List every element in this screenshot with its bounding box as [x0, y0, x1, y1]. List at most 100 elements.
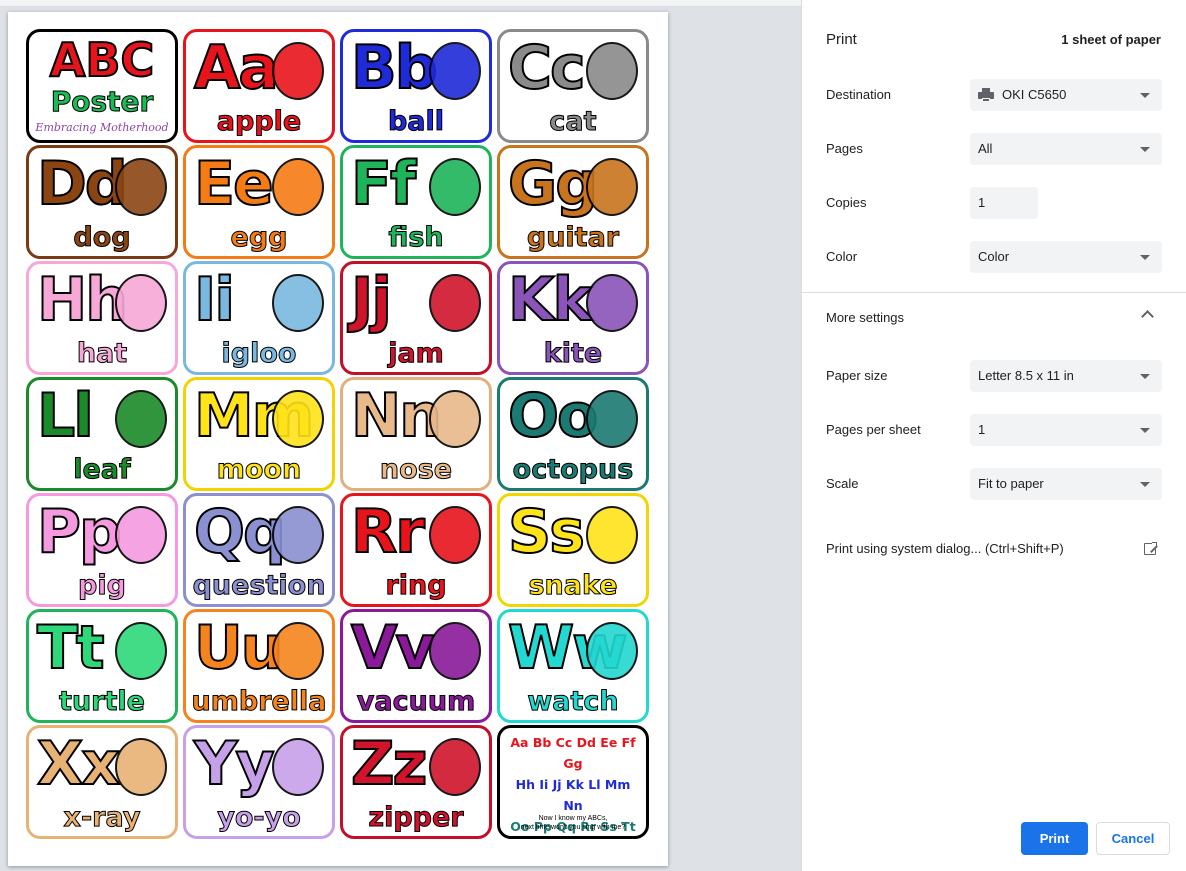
more-settings-toggle[interactable]: More settings: [826, 310, 904, 325]
card-letters: Tt: [36, 613, 106, 683]
poster-letter-card: Yy yo-yo: [183, 725, 335, 839]
dropdown-arrow-icon: [1140, 374, 1150, 379]
card-word: dog: [73, 222, 131, 254]
poster-letter-card: Ww watch: [497, 609, 649, 723]
song-lyric-line: next time won't you sing with me?: [520, 824, 626, 831]
song-lyric: Now I know my ABCs, next time won't you s…: [500, 814, 646, 832]
card-word: guitar: [526, 222, 620, 254]
poster-letter-card: Mm moon: [183, 377, 335, 491]
section-divider: [802, 292, 1186, 293]
poster-letter-card: Uu umbrella: [183, 609, 335, 723]
poster-letter-card: Qq question: [183, 493, 335, 607]
preview-top-bar: [0, 0, 801, 7]
card-word: watch: [527, 686, 619, 718]
card-illustration-icon: [115, 738, 167, 796]
card-word: jam: [388, 338, 445, 370]
dialog-title: Print: [826, 31, 857, 48]
poster-subtitle: Poster: [50, 85, 154, 118]
poster-letter-card: Gg guitar: [497, 145, 649, 259]
card-word: x-ray: [63, 802, 141, 834]
copies-label: Copies: [826, 195, 867, 210]
card-illustration-icon: [429, 738, 481, 796]
card-word: fish: [388, 222, 444, 254]
card-illustration-icon: [272, 622, 324, 680]
card-letters: Qq: [193, 497, 287, 567]
card-word: hat: [76, 338, 128, 370]
copies-input[interactable]: 1: [970, 187, 1038, 219]
card-letters: Nn: [350, 381, 443, 451]
scale-select[interactable]: Fit to paper: [970, 468, 1162, 500]
card-letters: Ee: [193, 149, 275, 219]
poster-letter-card: Nn nose: [340, 377, 492, 491]
scale-value: Fit to paper: [978, 476, 1044, 491]
pages-per-sheet-select[interactable]: 1: [970, 414, 1162, 446]
poster-letter-card: Ii igloo: [183, 261, 335, 375]
card-letters: Yy: [193, 729, 276, 799]
alphabet-line: Aa Bb Cc Dd Ee Ff Gg: [510, 735, 636, 771]
card-illustration-icon: [429, 42, 481, 100]
poster-letter-card: Tt turtle: [26, 609, 178, 723]
chevron-up-icon[interactable]: [1141, 310, 1154, 323]
poster-letter-card: Jj jam: [340, 261, 492, 375]
poster-title-card: ABC Poster Embracing Motherhood: [26, 29, 178, 143]
card-letters: Xx: [36, 729, 121, 799]
poster-letter-card: Zz zipper: [340, 725, 492, 839]
card-illustration-icon: [429, 390, 481, 448]
card-illustration-icon: [115, 274, 167, 332]
print-settings-panel: Print 1 sheet of paper Destination OKI C…: [801, 0, 1186, 871]
destination-value: OKI C5650: [1002, 87, 1067, 102]
destination-select[interactable]: OKI C5650: [970, 79, 1162, 111]
card-word: ring: [385, 570, 447, 602]
poster-letter-card: Ff fish: [340, 145, 492, 259]
card-word: leaf: [73, 454, 132, 486]
sheet-count: 1 sheet of paper: [1061, 32, 1161, 47]
card-letters: Ff: [350, 149, 417, 219]
paper-size-select[interactable]: Letter 8.5 x 11 in: [970, 360, 1162, 392]
card-letters: Cc: [507, 33, 587, 103]
card-word: ball: [387, 106, 445, 138]
card-word: pig: [78, 570, 127, 602]
card-letters: Uu: [193, 613, 284, 683]
card-letters: Dd: [36, 149, 129, 219]
card-illustration-icon: [586, 42, 638, 100]
card-illustration-icon: [429, 506, 481, 564]
card-illustration-icon: [429, 622, 481, 680]
card-letters: Vv: [350, 613, 436, 683]
card-letters: Pp: [36, 497, 123, 567]
card-letters: Jj: [350, 265, 393, 335]
card-word: zipper: [368, 802, 464, 834]
card-illustration-icon: [586, 506, 638, 564]
card-letters: Rr: [350, 497, 426, 567]
print-button[interactable]: Print: [1021, 822, 1088, 855]
abc-poster: ABC Poster Embracing Motherhood Aa apple B…: [26, 29, 650, 839]
pages-select[interactable]: All: [970, 133, 1162, 165]
card-word: moon: [216, 454, 302, 486]
poster-letter-card: Hh hat: [26, 261, 178, 375]
system-dialog-link[interactable]: Print using system dialog... (Ctrl+Shift…: [826, 541, 1064, 556]
card-illustration-icon: [272, 42, 324, 100]
card-illustration-icon: [272, 506, 324, 564]
dropdown-arrow-icon: [1140, 255, 1150, 260]
open-in-new-icon[interactable]: [1144, 541, 1158, 555]
poster-letter-card: Aa apple: [183, 29, 335, 143]
card-illustration-icon: [429, 158, 481, 216]
card-illustration-icon: [115, 158, 167, 216]
preview-page: ABC Poster Embracing Motherhood Aa apple B…: [8, 12, 668, 866]
dropdown-arrow-icon: [1140, 482, 1150, 487]
card-illustration-icon: [586, 158, 638, 216]
card-letters: Zz: [350, 729, 428, 799]
brand-logo: Embracing Motherhood: [35, 121, 169, 134]
card-letters: Bb: [350, 33, 439, 103]
printer-icon: [978, 88, 994, 102]
card-illustration-icon: [586, 274, 638, 332]
card-word: question: [192, 570, 326, 602]
paper-size-label: Paper size: [826, 368, 888, 383]
card-illustration-icon: [272, 274, 324, 332]
pages-label: Pages: [826, 141, 863, 156]
dropdown-arrow-icon: [1140, 428, 1150, 433]
print-dialog: ABC Poster Embracing Motherhood Aa apple B…: [0, 0, 1186, 871]
color-select[interactable]: Color: [970, 241, 1162, 273]
cancel-button[interactable]: Cancel: [1096, 822, 1170, 855]
card-word: kite: [543, 338, 603, 370]
card-word: turtle: [59, 686, 146, 718]
